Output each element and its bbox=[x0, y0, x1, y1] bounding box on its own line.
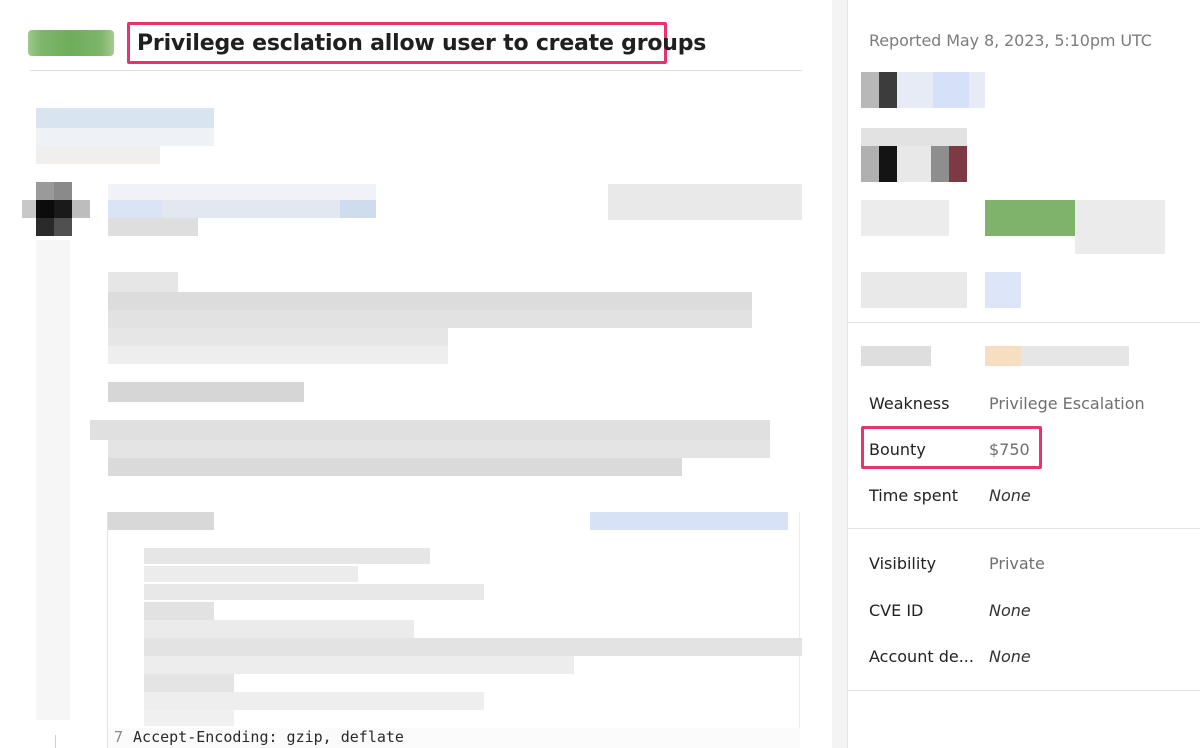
redacted-field bbox=[879, 72, 897, 108]
redacted-line bbox=[36, 240, 70, 720]
redacted-line bbox=[108, 346, 448, 364]
redacted-line bbox=[90, 420, 770, 440]
account-details-value: None bbox=[989, 646, 1031, 666]
code-block-border bbox=[107, 512, 108, 748]
redacted-field bbox=[861, 128, 967, 146]
redacted-field bbox=[897, 146, 931, 182]
redacted-field bbox=[879, 146, 897, 182]
redacted-line bbox=[108, 310, 752, 328]
reported-date: Reported May 8, 2023, 5:10pm UTC bbox=[869, 31, 1152, 50]
section-divider bbox=[848, 528, 1200, 529]
title-divider bbox=[30, 70, 802, 71]
code-line-number: 7 bbox=[114, 728, 124, 746]
visibility-row: Visibility Private bbox=[869, 551, 1045, 575]
redacted-code bbox=[144, 584, 484, 600]
code-line-text: Accept-Encoding: gzip, deflate bbox=[133, 728, 404, 746]
cve-id-label: CVE ID bbox=[869, 600, 924, 620]
redacted-field bbox=[949, 146, 967, 182]
redacted-line bbox=[108, 328, 448, 346]
avatar bbox=[22, 182, 90, 238]
redacted-line bbox=[36, 146, 160, 164]
redacted-code bbox=[144, 674, 234, 692]
redacted-line bbox=[36, 128, 214, 146]
time-spent-row: Time spent None bbox=[869, 483, 1031, 507]
bounty-value: $750 bbox=[989, 439, 1030, 459]
status-badge bbox=[28, 30, 114, 56]
redacted-field bbox=[985, 346, 1021, 366]
redacted-code bbox=[144, 638, 802, 656]
redacted-line bbox=[108, 218, 198, 236]
code-gutter-line bbox=[55, 735, 56, 748]
time-spent-label: Time spent bbox=[869, 485, 958, 505]
redacted-line bbox=[36, 108, 214, 128]
visibility-label: Visibility bbox=[869, 553, 937, 573]
redacted-field bbox=[861, 146, 879, 182]
weakness-label: Weakness bbox=[869, 393, 950, 413]
redacted-line bbox=[108, 382, 304, 402]
redacted-code bbox=[108, 512, 214, 530]
column-gutter bbox=[832, 0, 847, 748]
redacted-field bbox=[861, 72, 879, 108]
redacted-line bbox=[340, 200, 376, 218]
section-divider bbox=[848, 322, 1200, 323]
bounty-row: Bounty $750 bbox=[869, 437, 1030, 461]
redacted-line bbox=[108, 292, 752, 310]
time-spent-value: None bbox=[989, 485, 1031, 505]
redacted-field bbox=[931, 146, 949, 182]
redacted-line bbox=[108, 200, 162, 218]
cve-id-value: None bbox=[989, 600, 1031, 620]
redacted-code bbox=[144, 710, 234, 726]
account-details-row: Account de... None bbox=[869, 644, 1031, 668]
redacted-field bbox=[985, 200, 1075, 236]
redacted-code bbox=[144, 656, 574, 674]
code-line: 7 Accept-Encoding: gzip, deflate bbox=[108, 728, 800, 748]
redacted-author bbox=[108, 184, 376, 200]
redacted-field bbox=[861, 346, 931, 366]
redacted-code bbox=[144, 602, 214, 620]
report-main: Privilege esclation allow user to create… bbox=[0, 0, 832, 748]
code-block-border bbox=[799, 512, 800, 748]
weakness-value[interactable]: Privilege Escalation bbox=[989, 394, 1145, 413]
redacted-code bbox=[144, 548, 430, 564]
title-highlight: Privilege esclation allow user to create… bbox=[127, 22, 706, 64]
report-sidebar: ” Reported May 8, 2023, 5:10pm UTC Weakn… bbox=[847, 0, 1200, 748]
weakness-row: Weakness Privilege Escalation bbox=[869, 391, 1145, 415]
redacted-line bbox=[108, 440, 770, 458]
redacted-field bbox=[985, 272, 1021, 308]
redacted-line bbox=[108, 458, 682, 476]
redacted-field bbox=[1021, 346, 1129, 366]
cve-id-row: CVE ID None bbox=[869, 598, 1031, 622]
redacted-code bbox=[590, 512, 788, 530]
redacted-field bbox=[933, 72, 969, 108]
redacted-line bbox=[108, 272, 178, 292]
redacted-code bbox=[144, 566, 358, 582]
redacted-code bbox=[144, 692, 484, 710]
bounty-label: Bounty bbox=[869, 439, 926, 459]
redacted-timestamp bbox=[608, 184, 802, 220]
visibility-value: Private bbox=[989, 553, 1045, 573]
account-details-label: Account de... bbox=[869, 646, 974, 666]
redacted-field bbox=[1075, 200, 1165, 254]
quote-icon: ” bbox=[864, 0, 875, 11]
section-divider bbox=[848, 690, 1200, 691]
redacted-field bbox=[861, 200, 949, 236]
redacted-field bbox=[861, 272, 967, 308]
redacted-code bbox=[144, 620, 414, 638]
report-title: Privilege esclation allow user to create… bbox=[137, 30, 707, 56]
